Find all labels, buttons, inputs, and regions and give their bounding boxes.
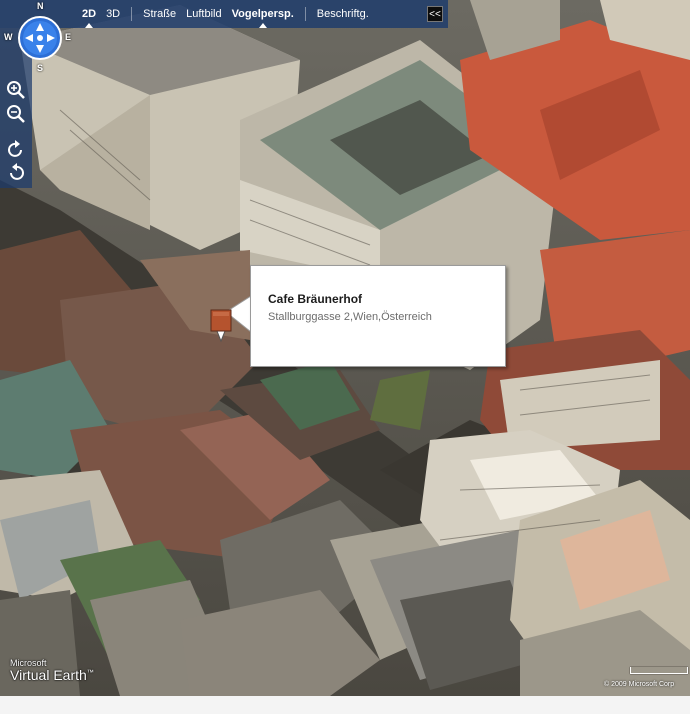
compass-west-label: W — [4, 32, 13, 42]
mode-3d-button[interactable]: 3D — [101, 0, 125, 28]
labels-toggle-button[interactable]: Beschriftg. — [312, 0, 374, 28]
rotate-clockwise-button[interactable] — [5, 139, 27, 161]
popup-address: Stallburggasse 2,Wien,Österreich — [268, 311, 432, 323]
compass-north-label: N — [37, 1, 44, 11]
rotate-clockwise-icon — [8, 140, 22, 157]
location-popup: Cafe Bräunerhof Stallburggasse 2,Wien,Ös… — [250, 265, 506, 367]
zoom-in-button[interactable] — [5, 79, 27, 101]
rotate-counterclockwise-icon — [10, 163, 24, 180]
mode-birdseye-button[interactable]: Vogelpersp. — [227, 0, 299, 28]
rotate-counterclockwise-button[interactable] — [5, 162, 27, 184]
toolbar-divider — [304, 7, 306, 21]
pushpin-icon[interactable] — [210, 309, 232, 343]
logo-virtual-earth-text: Virtual Earth™ — [10, 667, 94, 683]
copyright-notice: © 2009 Microsoft Corp — [604, 681, 675, 688]
page-bottom-strip — [0, 696, 690, 714]
compass-rose[interactable]: N E S W — [4, 0, 74, 74]
toolbar-divider — [131, 7, 133, 21]
virtual-earth-logo: Microsoft Virtual Earth™ — [10, 658, 94, 683]
mode-aerial-button[interactable]: Luftbild — [181, 0, 226, 28]
birds-eye-map[interactable]: 2D 3D Straße Luftbild Vogelpersp. Beschr… — [0, 0, 690, 696]
popup-title[interactable]: Cafe Bräunerhof — [268, 292, 362, 306]
zoom-out-icon — [7, 105, 25, 123]
zoom-in-icon — [7, 81, 25, 99]
zoom-out-button[interactable] — [5, 103, 27, 125]
collapse-toolbar-button[interactable]: << — [427, 6, 443, 22]
compass-east-label: E — [65, 32, 72, 42]
compass-south-label: S — [37, 63, 44, 73]
scale-bar — [630, 667, 688, 674]
mode-road-button[interactable]: Straße — [138, 0, 181, 28]
mode-2d-button[interactable]: 2D — [77, 0, 101, 28]
